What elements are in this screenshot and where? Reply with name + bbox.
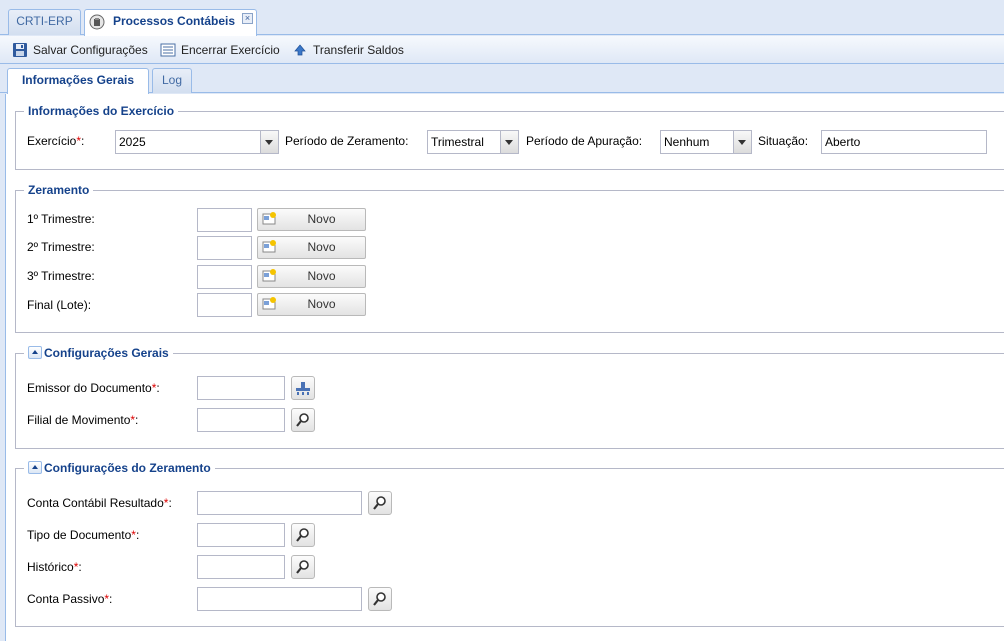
zeramento-lote-input[interactable] <box>197 293 252 317</box>
novo-button[interactable]: Novo <box>257 293 366 316</box>
tab-processos-contabeis[interactable]: Processos Contábeis × <box>84 9 257 36</box>
magnifier-icon <box>296 413 309 427</box>
magnifier-icon <box>296 560 309 574</box>
fieldset-config-gerais-title: Configurações Gerais <box>24 346 173 360</box>
main-tab-bar: CRTI-ERP Processos Contábeis × <box>0 0 1004 36</box>
filial-label: Filial de Movimento*: <box>27 413 139 427</box>
fieldset-config-zeramento-title: Configurações do Zeramento <box>24 461 215 475</box>
close-icon[interactable]: × <box>242 13 253 24</box>
zeramento-row-label: 1º Trimestre: <box>27 212 95 226</box>
historico-label: Histórico*: <box>27 560 82 574</box>
novo-label: Novo <box>307 269 336 283</box>
zeramento-period-dropdown-trigger[interactable] <box>501 130 519 154</box>
floppy-disk-icon <box>13 43 27 57</box>
emissor-lookup-button[interactable] <box>291 376 315 400</box>
novo-label: Novo <box>307 212 336 226</box>
new-document-icon <box>262 269 276 282</box>
building-icon <box>296 382 310 395</box>
save-config-button[interactable]: Salvar Configurações <box>12 42 152 58</box>
exercicio-dropdown-trigger[interactable] <box>261 130 279 154</box>
zeramento-row-label: 3º Trimestre: <box>27 269 95 283</box>
novo-button[interactable]: Novo <box>257 265 366 288</box>
transfer-balances-label: Transferir Saldos <box>313 43 404 57</box>
historico-input[interactable] <box>197 555 285 579</box>
list-icon <box>160 43 176 57</box>
magnifier-icon <box>373 496 386 510</box>
conta-resultado-lookup-button[interactable] <box>368 491 392 515</box>
sub-tab-bar: Informações Gerais Log <box>0 65 1004 94</box>
zeramento-period-combo[interactable]: Trimestral <box>427 130 501 154</box>
filial-lookup-button[interactable] <box>291 408 315 432</box>
fieldset-exercicio-title: Informações do Exercício <box>24 104 179 118</box>
main-panel: Informações do Exercício Exercício*: 202… <box>5 94 1004 641</box>
tipo-documento-label: Tipo de Documento*: <box>27 528 140 542</box>
magnifier-icon <box>296 528 309 542</box>
situacao-label: Situação: <box>758 134 809 148</box>
conta-passivo-lookup-button[interactable] <box>368 587 392 611</box>
close-year-button[interactable]: Encerrar Exercício <box>160 42 285 58</box>
tipo-documento-lookup-button[interactable] <box>291 523 315 547</box>
arrow-up-icon <box>294 44 306 56</box>
transfer-balances-button[interactable]: Transferir Saldos <box>292 42 410 58</box>
fieldset-exercicio: Informações do Exercício Exercício*: 202… <box>15 104 1004 170</box>
novo-button[interactable]: Novo <box>257 236 366 259</box>
conta-resultado-label: Conta Contábil Resultado*: <box>27 496 172 510</box>
exercicio-label: Exercício*: <box>27 134 85 148</box>
fieldset-config-gerais: Configurações Gerais Emissor do Document… <box>15 346 1004 449</box>
toolbar: Salvar Configurações Encerrar Exercício … <box>0 36 1004 64</box>
emissor-label: Emissor do Documento*: <box>27 381 160 395</box>
historico-lookup-button[interactable] <box>291 555 315 579</box>
fieldset-zeramento: Zeramento 1º Trimestre: Novo 2º Trimestr… <box>15 183 1004 333</box>
fieldset-config-zeramento: Configurações do Zeramento Conta Contábi… <box>15 461 1004 627</box>
apuracao-period-label: Período de Apuração: <box>526 134 643 148</box>
apuracao-period-combo[interactable]: Nenhum <box>660 130 734 154</box>
zeramento-row-label: Final (Lote): <box>27 298 92 312</box>
novo-label: Novo <box>307 297 336 311</box>
tab-crti-erp[interactable]: CRTI-ERP <box>8 9 81 35</box>
conta-passivo-label: Conta Passivo*: <box>27 592 113 606</box>
exercicio-combo-input[interactable]: 2025 <box>115 130 261 154</box>
zeramento-lote-input[interactable] <box>197 208 252 232</box>
new-document-icon <box>262 297 276 310</box>
filial-input[interactable] <box>197 408 285 432</box>
conta-passivo-input[interactable] <box>197 587 362 611</box>
magnifier-icon <box>373 592 386 606</box>
tab-informacoes-gerais[interactable]: Informações Gerais <box>7 68 149 94</box>
novo-button[interactable]: Novo <box>257 208 366 231</box>
process-icon <box>89 14 105 30</box>
conta-resultado-input[interactable] <box>197 491 362 515</box>
collapse-icon[interactable] <box>28 461 42 474</box>
tab-log[interactable]: Log <box>152 68 192 93</box>
tab-processos-label: Processos Contábeis <box>113 14 236 28</box>
close-year-label: Encerrar Exercício <box>181 43 280 57</box>
zeramento-lote-input[interactable] <box>197 265 252 289</box>
emissor-input[interactable] <box>197 376 285 400</box>
zeramento-period-label: Período de Zeramento: <box>285 134 409 148</box>
zeramento-lote-input[interactable] <box>197 236 252 260</box>
situacao-field[interactable]: Aberto <box>821 130 987 154</box>
collapse-icon[interactable] <box>28 346 42 359</box>
novo-label: Novo <box>307 240 336 254</box>
tipo-documento-input[interactable] <box>197 523 285 547</box>
fieldset-zeramento-title: Zeramento <box>24 183 94 197</box>
zeramento-row-label: 2º Trimestre: <box>27 240 95 254</box>
new-document-icon <box>262 240 276 253</box>
save-config-label: Salvar Configurações <box>33 43 148 57</box>
apuracao-period-dropdown-trigger[interactable] <box>734 130 752 154</box>
new-document-icon <box>262 212 276 225</box>
